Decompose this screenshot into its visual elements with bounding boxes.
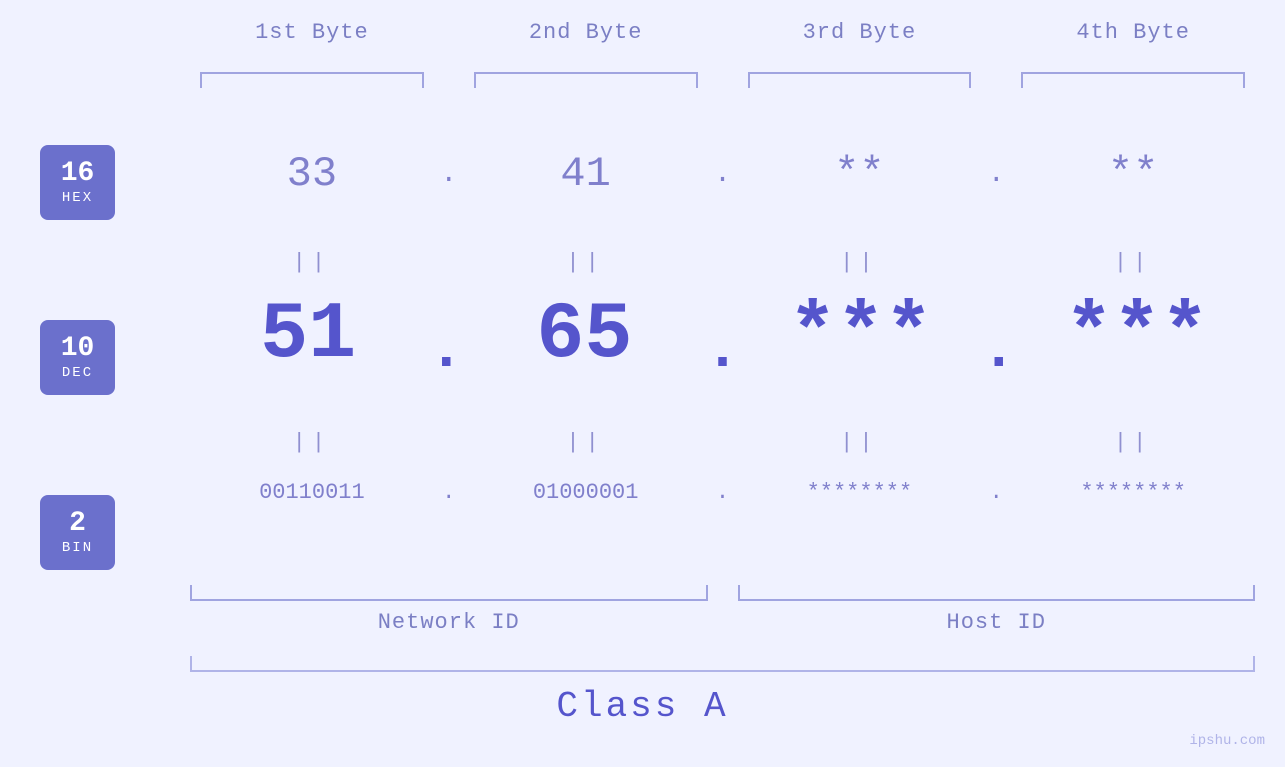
- eq3: ||: [738, 250, 982, 275]
- hex-base-num: 16: [61, 159, 95, 190]
- base-labels: 16 HEX 10 DEC 2 BIN: [40, 145, 115, 570]
- bottom-brackets: [190, 585, 1255, 601]
- bracket-byte1: [200, 72, 424, 88]
- bracket-byte2: [474, 72, 698, 88]
- dec-dot3: .: [979, 291, 1019, 381]
- bracket-network: [190, 585, 708, 601]
- main-grid: 33 . 41 . ** . ** || || || ||: [190, 100, 1255, 707]
- dec-base-label: DEC: [62, 365, 93, 381]
- hex-badge: 16 HEX: [40, 145, 115, 220]
- hex-b4: **: [1011, 150, 1255, 198]
- equals-dec-bin: || || || ||: [190, 430, 1255, 455]
- eq7: ||: [738, 430, 982, 455]
- hex-base-label: HEX: [62, 190, 93, 206]
- top-brackets: [190, 72, 1255, 88]
- equals-hex-dec: || || || ||: [190, 250, 1255, 275]
- header-byte4: 4th Byte: [1011, 20, 1255, 45]
- bin-b3: ********: [738, 480, 982, 505]
- eq5: ||: [190, 430, 434, 455]
- bin-dot2: .: [708, 480, 738, 505]
- page: 1st Byte 2nd Byte 3rd Byte 4th Byte 16 H…: [0, 0, 1285, 767]
- eq6: ||: [464, 430, 708, 455]
- bracket-byte3: [748, 72, 972, 88]
- dec-dot1: .: [426, 291, 466, 381]
- hex-dot1: .: [434, 159, 464, 190]
- dec-b3: ***: [743, 290, 979, 381]
- dec-b1: 51: [190, 290, 426, 381]
- bin-badge: 2 BIN: [40, 495, 115, 570]
- byte-headers: 1st Byte 2nd Byte 3rd Byte 4th Byte: [190, 20, 1255, 45]
- bin-row: 00110011 . 01000001 . ******** . *******…: [190, 480, 1255, 505]
- hex-dot3: .: [981, 159, 1011, 190]
- hex-dot2: .: [708, 159, 738, 190]
- bin-base-num: 2: [69, 509, 86, 540]
- bin-dot1: .: [434, 480, 464, 505]
- eq8: ||: [1011, 430, 1255, 455]
- bin-base-label: BIN: [62, 540, 93, 556]
- eq4: ||: [1011, 250, 1255, 275]
- hex-b3: **: [738, 150, 982, 198]
- bin-dot3: .: [981, 480, 1011, 505]
- hex-b1: 33: [190, 150, 434, 198]
- bracket-host: [738, 585, 1256, 601]
- id-labels: Network ID Host ID: [190, 610, 1255, 635]
- eq2: ||: [464, 250, 708, 275]
- network-id-label: Network ID: [190, 610, 708, 635]
- class-label: Class A: [0, 686, 1285, 727]
- dec-b2: 65: [466, 290, 702, 381]
- header-byte3: 3rd Byte: [738, 20, 982, 45]
- bin-b2: 01000001: [464, 480, 708, 505]
- host-id-label: Host ID: [738, 610, 1256, 635]
- hex-b2: 41: [464, 150, 708, 198]
- dec-b4: ***: [1019, 290, 1255, 381]
- hex-row: 33 . 41 . ** . **: [190, 150, 1255, 198]
- bin-b1: 00110011: [190, 480, 434, 505]
- header-byte2: 2nd Byte: [464, 20, 708, 45]
- bin-b4: ********: [1011, 480, 1255, 505]
- dec-base-num: 10: [61, 334, 95, 365]
- bracket-byte4: [1021, 72, 1245, 88]
- dec-dot2: .: [703, 291, 743, 381]
- dec-row: 51 . 65 . *** . ***: [190, 290, 1255, 381]
- header-byte1: 1st Byte: [190, 20, 434, 45]
- outer-bracket: [190, 656, 1255, 672]
- watermark: ipshu.com: [1189, 733, 1265, 749]
- eq1: ||: [190, 250, 434, 275]
- dec-badge: 10 DEC: [40, 320, 115, 395]
